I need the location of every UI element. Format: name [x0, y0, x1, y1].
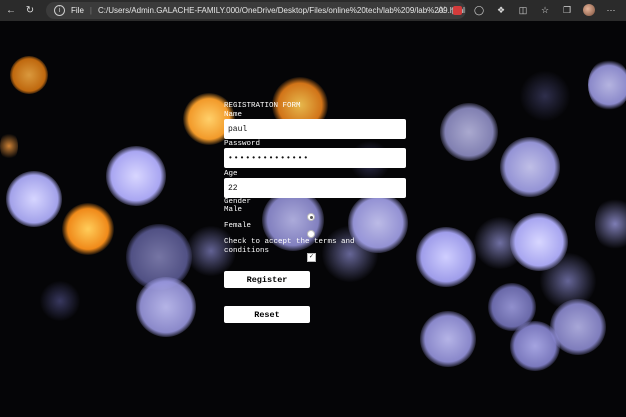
bokeh-light [6, 171, 62, 227]
password-label: Password [224, 140, 261, 148]
info-icon[interactable]: i [54, 5, 65, 16]
form-title: REGISTRATION FORM [224, 102, 301, 110]
address-url[interactable]: C:/Users/Admin.GALACHE-FAMILY.000/OneDri… [98, 6, 465, 15]
page-background: REGISTRATION FORM Name paul Password •••… [0, 21, 626, 417]
bokeh-light [0, 131, 18, 161]
bokeh-light [500, 137, 560, 197]
terms-label: Check to accept the terms and conditions [224, 238, 355, 255]
avatar[interactable] [582, 2, 596, 18]
bokeh-light [136, 277, 196, 337]
password-input[interactable]: •••••••••••••• [224, 148, 406, 168]
bokeh-light [595, 196, 626, 252]
reset-button[interactable]: Reset [224, 306, 310, 323]
split-screen-icon[interactable]: ◫ [516, 2, 530, 18]
browser-toolbar: ← ↻ i File | C:/Users/Admin.GALACHE-FAMI… [0, 0, 626, 21]
read-aloud-icon[interactable]: A′ [438, 5, 446, 16]
bokeh-light [416, 227, 476, 287]
refresh-icon[interactable]: ↻ [22, 3, 38, 19]
female-label: Female [224, 222, 252, 230]
more-icon[interactable]: ⋯ [604, 2, 618, 18]
back-icon[interactable]: ← [3, 3, 19, 19]
address-separator: | [89, 6, 92, 15]
bokeh-light [520, 71, 570, 121]
age-input[interactable]: 22 [224, 178, 406, 198]
bokeh-light [62, 203, 114, 255]
address-file-label: File [71, 6, 84, 15]
terms-checkbox[interactable]: ✓ [307, 253, 316, 262]
bokeh-light [420, 311, 476, 367]
collections-icon[interactable]: ❐ [560, 2, 574, 18]
male-radio[interactable] [307, 213, 315, 221]
register-button[interactable]: Register [224, 271, 310, 288]
extension-red-icon[interactable] [450, 2, 464, 18]
bokeh-light [550, 299, 606, 355]
bokeh-light [40, 281, 80, 321]
bokeh-light [10, 56, 48, 94]
address-bar[interactable]: i File | C:/Users/Admin.GALACHE-FAMILY.0… [46, 2, 466, 19]
female-radio[interactable] [307, 230, 315, 238]
favorites-icon[interactable]: ☆ [538, 2, 552, 18]
bokeh-light [588, 59, 626, 111]
gender-label: Gender [224, 198, 252, 206]
bokeh-light [440, 103, 498, 161]
male-label: Male [224, 206, 243, 214]
shield-icon[interactable]: ◯ [472, 2, 486, 18]
puzzle-icon[interactable]: ❖ [494, 2, 508, 18]
name-input[interactable]: paul [224, 119, 406, 139]
age-label: Age [224, 170, 238, 178]
name-label: Name [224, 111, 243, 119]
bokeh-light [106, 146, 166, 206]
